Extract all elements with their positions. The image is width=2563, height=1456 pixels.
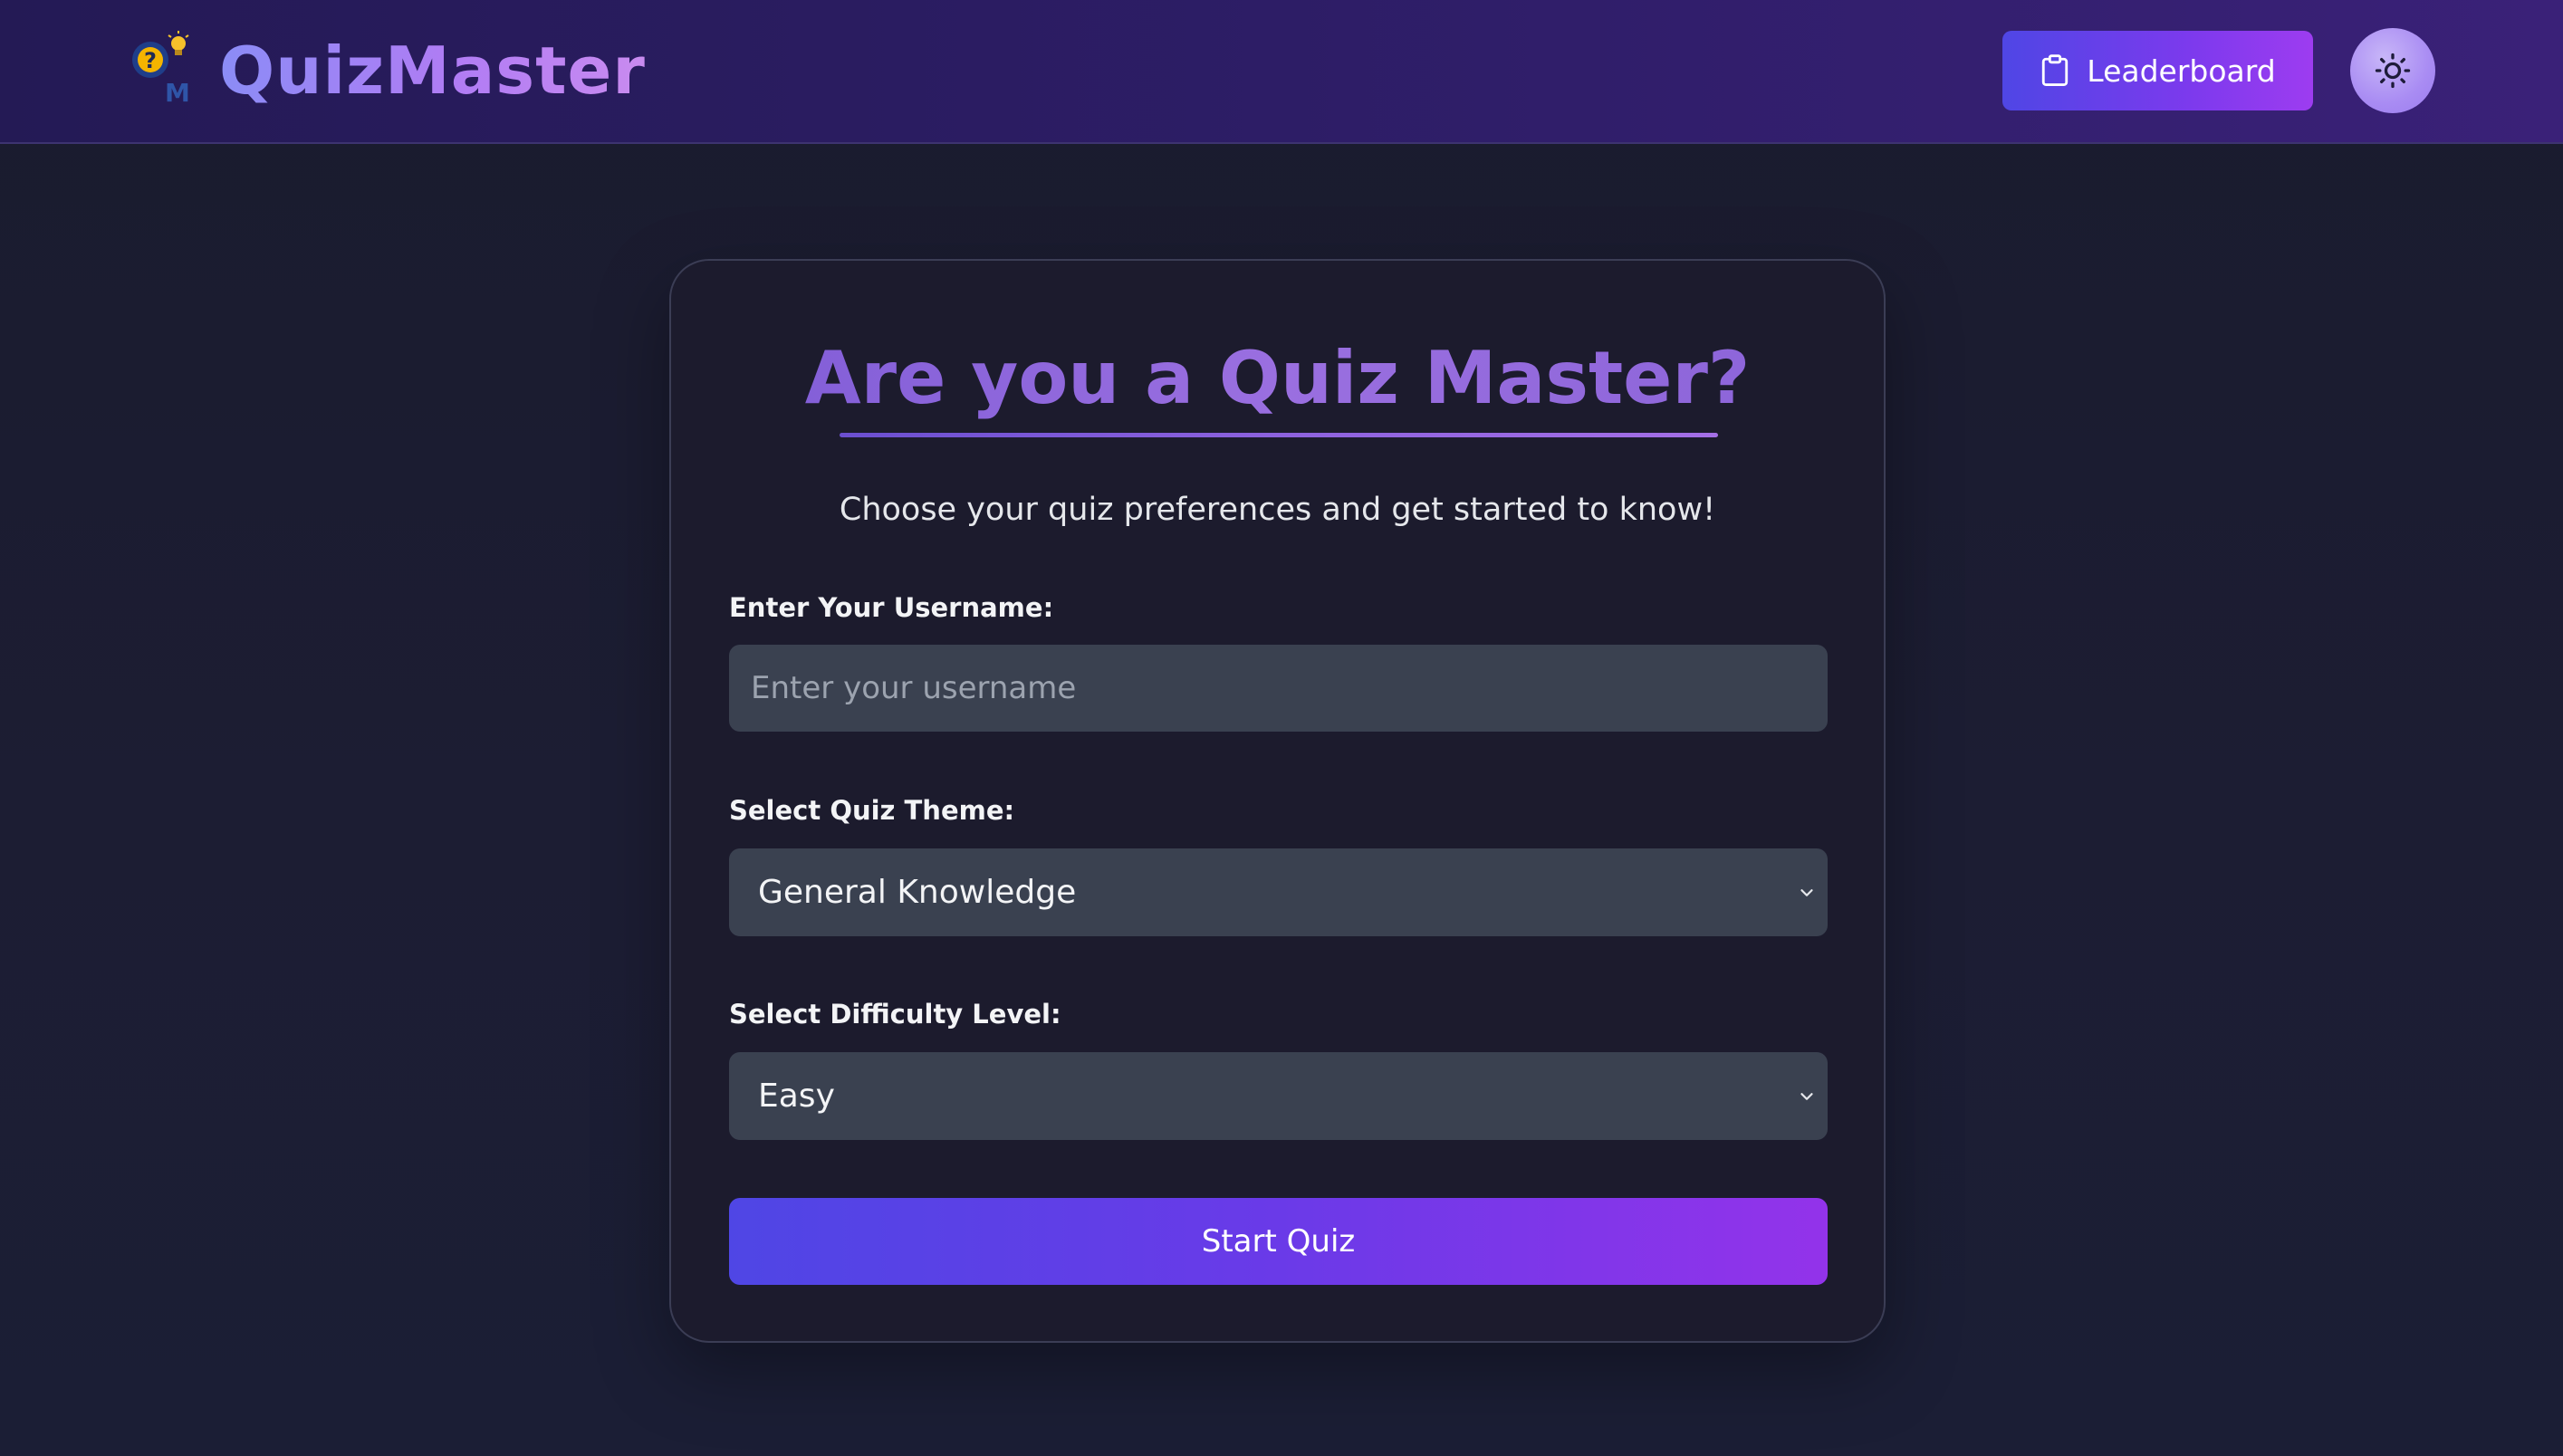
username-label: Enter Your Username: (729, 592, 1054, 623)
chevron-down-icon (1800, 1093, 1813, 1100)
title-underline (840, 433, 1718, 437)
card-subtitle: Choose your quiz preferences and get sta… (839, 492, 1716, 528)
start-quiz-button[interactable]: Start Quiz (729, 1198, 1828, 1285)
theme-select[interactable]: General Knowledge (729, 848, 1828, 936)
brand-title[interactable]: QuizMaster (219, 27, 646, 114)
theme-select-value: General Knowledge (758, 874, 1077, 911)
theme-label: Select Quiz Theme: (729, 795, 1015, 826)
username-input[interactable] (729, 645, 1828, 732)
theme-toggle-button[interactable] (2350, 28, 2435, 113)
leaderboard-label: Leaderboard (2087, 53, 2276, 89)
top-navbar: ? M QuizMaster Leaderboard (0, 0, 2563, 144)
difficulty-select-value: Easy (758, 1078, 835, 1115)
difficulty-select[interactable]: Easy (729, 1052, 1828, 1140)
quiz-master-logo-icon[interactable]: ? M (129, 31, 192, 103)
svg-text:M: M (165, 78, 190, 103)
sun-icon (2375, 53, 2411, 89)
leaderboard-button[interactable]: Leaderboard (2002, 31, 2313, 110)
svg-text:?: ? (144, 48, 157, 73)
chevron-down-icon (1800, 889, 1813, 896)
difficulty-label: Select Difficulty Level: (729, 999, 1061, 1030)
clipboard-icon (2042, 54, 2069, 86)
quiz-setup-card: Are you a Quiz Master? Choose your quiz … (669, 259, 1886, 1343)
card-title: Are you a Quiz Master? (671, 333, 1884, 424)
